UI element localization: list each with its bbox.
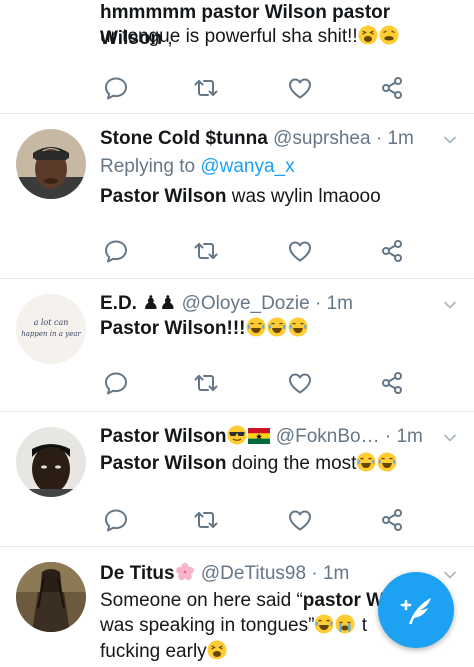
user-handle[interactable]: @Oloye_Dozie [182, 293, 310, 314]
retweet-icon[interactable] [192, 369, 220, 397]
share-icon[interactable] [378, 369, 406, 397]
tweet-actions [100, 237, 410, 265]
avatar[interactable] [16, 129, 86, 199]
separator: · [314, 293, 322, 314]
share-icon[interactable] [378, 74, 406, 102]
tweet-text-line2: ur tongue is powerful sha shit!! [100, 24, 454, 50]
tweet-header: Pastor Wilson @FoknBo… · 1m [100, 425, 434, 449]
avatar-text: a lot can [34, 318, 69, 327]
heart-icon[interactable] [286, 369, 314, 397]
joy-emoji-icon [314, 614, 334, 634]
tweet[interactable]: Stone Cold $tunna @suprshea · 1m Replyin… [0, 114, 474, 279]
avatar[interactable]: a lot can happen in a year [16, 294, 86, 364]
reply-icon[interactable] [102, 74, 130, 102]
heart-icon[interactable] [286, 74, 314, 102]
ghana-flag-icon [248, 428, 270, 444]
share-icon[interactable] [378, 506, 406, 534]
display-name[interactable]: Stone Cold $tunna [100, 128, 268, 149]
display-name[interactable]: E.D. ♟♟ [100, 293, 176, 314]
user-handle[interactable]: @FoknBo… [276, 426, 380, 447]
tweet-text: Pastor Wilson was wylin lmaooo [100, 186, 381, 207]
joy-emoji-icon [288, 317, 308, 337]
tweet-header: Stone Cold $tunna @suprshea · 1m [100, 127, 434, 151]
display-name[interactable]: Pastor Wilson [100, 426, 271, 447]
tweet[interactable]: Pastor Wilson @FoknBo… · 1m Pastor Wilso… [0, 412, 474, 547]
joy-emoji-icon [267, 317, 287, 337]
chevron-down-icon[interactable] [442, 430, 458, 446]
chevron-down-icon[interactable] [442, 297, 458, 313]
separator: · [311, 563, 318, 584]
reply-icon[interactable] [102, 369, 130, 397]
weary-face-icon [207, 640, 227, 660]
tweet-actions [100, 506, 410, 534]
tweet-actions [100, 369, 410, 397]
compose-tweet-button[interactable] [378, 572, 454, 648]
heart-icon[interactable] [286, 237, 314, 265]
user-handle[interactable]: @suprshea [273, 128, 370, 149]
separator: · [384, 426, 392, 447]
avatar-text: happen in a year [21, 330, 81, 338]
retweet-icon[interactable] [192, 237, 220, 265]
name-badges: ♟♟ [142, 293, 177, 314]
user-handle[interactable]: @DeTitus98 [201, 563, 306, 584]
tweet[interactable]: hmmmmm pastor Wilson pastor Wilson , ur … [0, 0, 474, 114]
reply-icon[interactable] [102, 506, 130, 534]
tweet[interactable]: a lot can happen in a year E.D. ♟♟ @Oloy… [0, 279, 474, 412]
avatar[interactable] [16, 427, 86, 497]
timestamp[interactable]: 1m [323, 563, 349, 584]
joy-emoji-icon [377, 452, 397, 472]
replying-to: Replying to @wanya_x [100, 156, 295, 177]
separator: · [375, 128, 383, 149]
timestamp[interactable]: 1m [387, 128, 413, 149]
tweet-text: Pastor Wilson doing the most [100, 451, 454, 477]
heart-icon[interactable] [286, 506, 314, 534]
cherry-blossom-icon [175, 562, 195, 582]
loudly-crying-icon [335, 614, 355, 634]
joy-emoji-icon [356, 452, 376, 472]
timestamp[interactable]: 1m [396, 426, 422, 447]
chevron-down-icon[interactable] [442, 132, 458, 148]
compose-tweet-icon [400, 598, 431, 624]
sunglasses-face-icon [227, 425, 247, 445]
tired-face-icon [379, 25, 399, 45]
retweet-icon[interactable] [192, 506, 220, 534]
tweet-header: E.D. ♟♟ @Oloye_Dozie · 1m [100, 292, 434, 316]
timestamp[interactable]: 1m [327, 293, 353, 314]
tweet-text: Pastor Wilson!!! [100, 316, 454, 342]
tweet-actions [100, 74, 410, 102]
retweet-icon[interactable] [192, 74, 220, 102]
weary-face-icon [358, 25, 378, 45]
reply-icon[interactable] [102, 237, 130, 265]
display-name[interactable]: De Titus [100, 563, 196, 584]
joy-emoji-icon [246, 317, 266, 337]
avatar[interactable] [16, 562, 86, 632]
share-icon[interactable] [378, 237, 406, 265]
mention-link[interactable]: @wanya_x [200, 156, 294, 177]
